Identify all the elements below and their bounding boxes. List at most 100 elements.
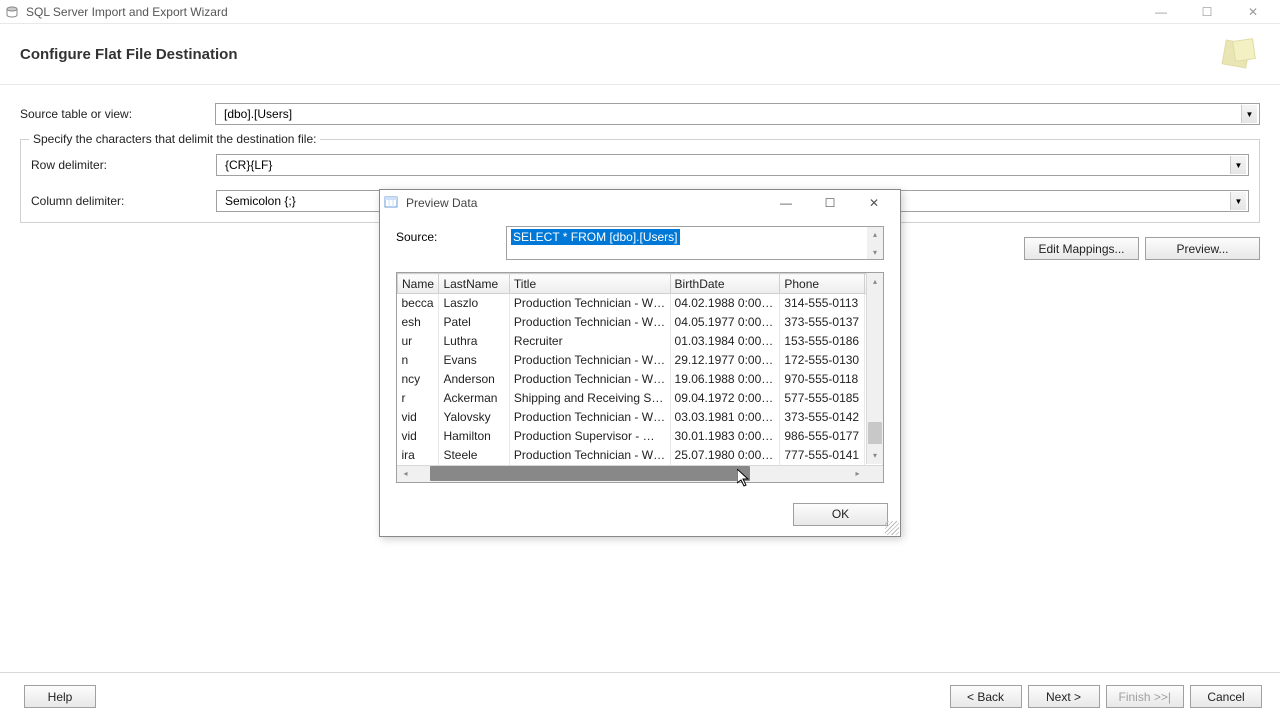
- cell-lastname: Laszlo: [439, 294, 509, 313]
- scroll-up-icon: ▴: [867, 273, 883, 290]
- source-table-row: Source table or view: [dbo].[Users] ▼: [20, 103, 1260, 125]
- page-header: Configure Flat File Destination: [0, 24, 1280, 85]
- cell-title: Production Technician - WC50: [509, 351, 670, 370]
- dialog-maximize-button[interactable]: ☐: [808, 191, 852, 215]
- cell-birthdate: 09.04.1972 0:00:00: [670, 389, 780, 408]
- cell-title: Production Technician - WC60: [509, 294, 670, 313]
- table-row[interactable]: iraSteeleProduction Technician - WC4525.…: [398, 446, 883, 465]
- app-icon: [4, 4, 20, 20]
- chevron-down-icon: ▼: [1230, 192, 1246, 210]
- cell-phone: 153-555-0186: [780, 332, 865, 351]
- cell-lastname: Evans: [439, 351, 509, 370]
- wizard-footer: Help < Back Next > Finish >>| Cancel: [0, 672, 1280, 720]
- cell-lastname: Yalovsky: [439, 408, 509, 427]
- dialog-icon: [384, 195, 400, 211]
- col-delimiter-value: Semicolon {;}: [225, 194, 296, 208]
- chevron-down-icon: ▼: [1241, 105, 1257, 123]
- source-query-input[interactable]: SELECT * FROM [dbo].[Users] ▴ ▾: [506, 226, 884, 260]
- dialog-minimize-button[interactable]: —: [764, 191, 808, 215]
- scroll-up-icon: ▴: [867, 227, 883, 241]
- preview-button[interactable]: Preview...: [1145, 237, 1260, 260]
- next-button[interactable]: Next >: [1028, 685, 1100, 708]
- help-button[interactable]: Help: [24, 685, 96, 708]
- cell-name: ncy: [398, 370, 439, 389]
- cell-birthdate: 04.05.1977 0:00:00: [670, 313, 780, 332]
- table-row[interactable]: eshPatelProduction Technician - WC4004.0…: [398, 313, 883, 332]
- ok-button[interactable]: OK: [793, 503, 888, 526]
- cell-title: Production Technician - WC60: [509, 370, 670, 389]
- column-header-title[interactable]: Title: [509, 274, 670, 294]
- scroll-left-icon: ◂: [397, 465, 414, 482]
- cell-birthdate: 01.03.1984 0:00:00: [670, 332, 780, 351]
- finish-button[interactable]: Finish >>|: [1106, 685, 1184, 708]
- scrollbar-thumb[interactable]: [430, 466, 750, 481]
- table-row[interactable]: vidHamiltonProduction Supervisor - WC403…: [398, 427, 883, 446]
- cell-phone: 986-555-0177: [780, 427, 865, 446]
- cell-name: n: [398, 351, 439, 370]
- cell-lastname: Ackerman: [439, 389, 509, 408]
- cell-title: Production Supervisor - WC40: [509, 427, 670, 446]
- col-delimiter-label: Column delimiter:: [31, 194, 216, 208]
- cancel-button[interactable]: Cancel: [1190, 685, 1262, 708]
- cell-name: ira: [398, 446, 439, 465]
- cell-birthdate: 25.07.1980 0:00:00: [670, 446, 780, 465]
- fieldset-legend: Specify the characters that delimit the …: [29, 132, 320, 146]
- dialog-close-button[interactable]: ✕: [852, 191, 896, 215]
- cell-name: vid: [398, 427, 439, 446]
- back-button[interactable]: < Back: [950, 685, 1022, 708]
- scroll-down-icon: ▾: [867, 245, 883, 259]
- cell-phone: 777-555-0141: [780, 446, 865, 465]
- row-delimiter-select[interactable]: {CR}{LF} ▼: [216, 154, 1249, 176]
- cell-birthdate: 30.01.1983 0:00:00: [670, 427, 780, 446]
- source-query-row: Source: SELECT * FROM [dbo].[Users] ▴ ▾: [396, 226, 884, 260]
- textarea-scrollbar[interactable]: ▴ ▾: [867, 227, 883, 259]
- column-header-name[interactable]: Name: [398, 274, 439, 294]
- wizard-icon: [1220, 34, 1260, 74]
- cell-name: ur: [398, 332, 439, 351]
- preview-data-table: NameLastNameTitleBirthDatePhone beccaLas…: [397, 273, 883, 465]
- cell-title: Production Technician - WC30: [509, 408, 670, 427]
- column-header-birthdate[interactable]: BirthDate: [670, 274, 780, 294]
- cell-phone: 373-555-0137: [780, 313, 865, 332]
- scroll-right-icon: ▸: [849, 465, 866, 482]
- cell-birthdate: 04.02.1988 0:00:00: [670, 294, 780, 313]
- cell-lastname: Anderson: [439, 370, 509, 389]
- dialog-title: Preview Data: [406, 196, 764, 210]
- cell-lastname: Steele: [439, 446, 509, 465]
- cell-birthdate: 19.06.1988 0:00:00: [670, 370, 780, 389]
- preview-data-dialog: Preview Data — ☐ ✕ Source: SELECT * FROM…: [379, 189, 901, 537]
- close-button[interactable]: ✕: [1230, 1, 1276, 23]
- table-vertical-scrollbar[interactable]: ▴ ▾: [866, 273, 883, 464]
- window-title: SQL Server Import and Export Wizard: [26, 5, 1138, 19]
- scrollbar-thumb[interactable]: [868, 422, 882, 444]
- table-row[interactable]: vidYalovskyProduction Technician - WC300…: [398, 408, 883, 427]
- cell-lastname: Luthra: [439, 332, 509, 351]
- scrollbar-track[interactable]: [414, 465, 866, 482]
- table-row[interactable]: rAckermanShipping and Receiving Sup...09…: [398, 389, 883, 408]
- source-query-label: Source:: [396, 226, 506, 244]
- cell-title: Recruiter: [509, 332, 670, 351]
- cell-title: Production Technician - WC40: [509, 313, 670, 332]
- row-delimiter-row: Row delimiter: {CR}{LF} ▼: [31, 154, 1249, 176]
- resize-grip[interactable]: [885, 521, 899, 535]
- cell-title: Shipping and Receiving Sup...: [509, 389, 670, 408]
- cell-birthdate: 03.03.1981 0:00:00: [670, 408, 780, 427]
- cell-phone: 577-555-0185: [780, 389, 865, 408]
- table-row[interactable]: beccaLaszloProduction Technician - WC600…: [398, 294, 883, 313]
- maximize-button[interactable]: ☐: [1184, 1, 1230, 23]
- table-row[interactable]: nEvansProduction Technician - WC5029.12.…: [398, 351, 883, 370]
- column-header-lastname[interactable]: LastName: [439, 274, 509, 294]
- table-row[interactable]: ncyAndersonProduction Technician - WC601…: [398, 370, 883, 389]
- cell-name: becca: [398, 294, 439, 313]
- minimize-button[interactable]: —: [1138, 1, 1184, 23]
- table-horizontal-scrollbar[interactable]: ◂ ▸: [397, 465, 883, 482]
- source-table-select[interactable]: [dbo].[Users] ▼: [215, 103, 1260, 125]
- cell-name: r: [398, 389, 439, 408]
- edit-mappings-button[interactable]: Edit Mappings...: [1024, 237, 1139, 260]
- scroll-down-icon: ▾: [867, 447, 883, 464]
- cell-phone: 373-555-0142: [780, 408, 865, 427]
- column-header-phone[interactable]: Phone: [780, 274, 865, 294]
- window-titlebar: SQL Server Import and Export Wizard — ☐ …: [0, 0, 1280, 24]
- table-row[interactable]: urLuthraRecruiter01.03.1984 0:00:00153-5…: [398, 332, 883, 351]
- cell-name: vid: [398, 408, 439, 427]
